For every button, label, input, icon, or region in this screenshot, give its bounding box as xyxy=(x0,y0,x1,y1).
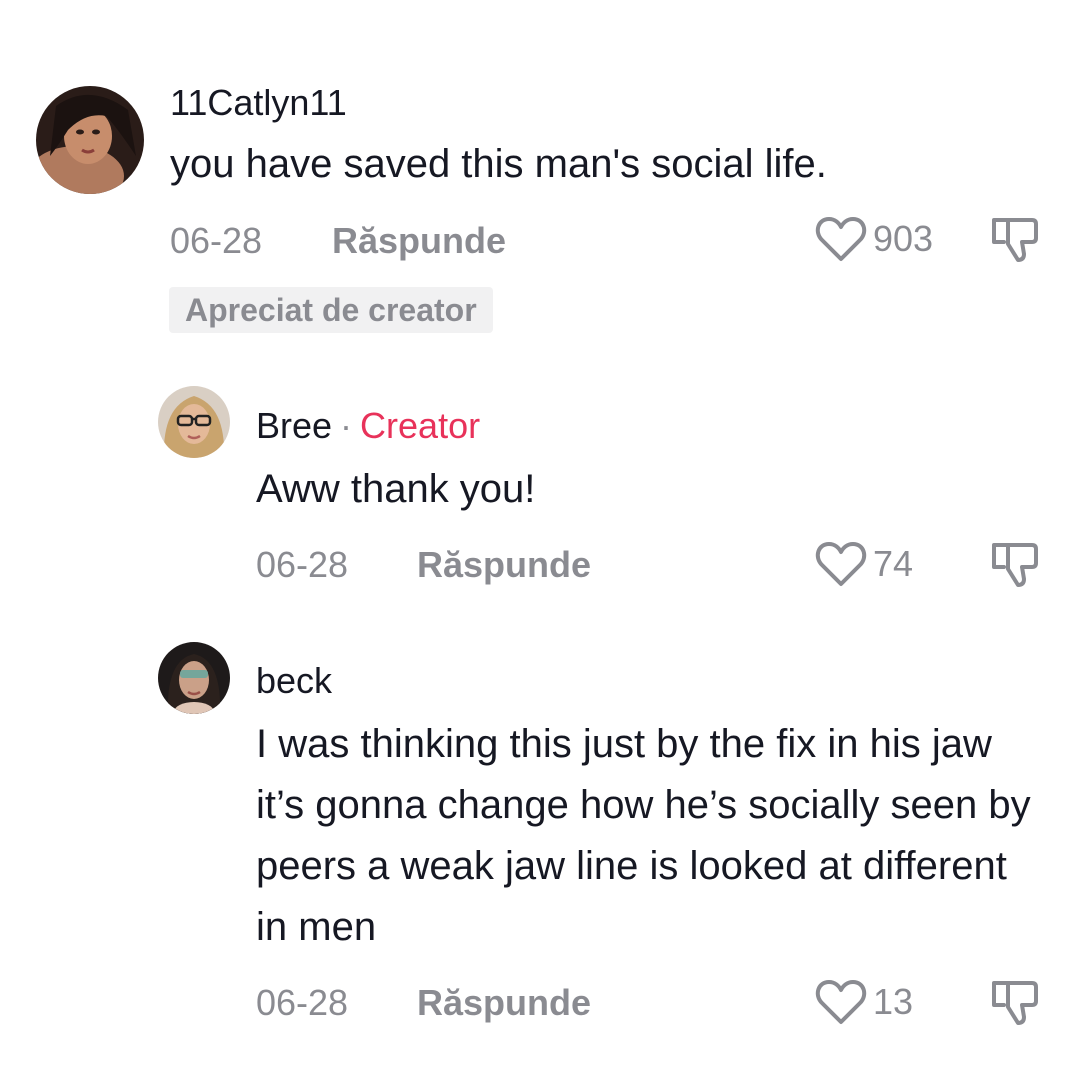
avatar-image xyxy=(158,642,230,714)
comment-date: 06-28 xyxy=(256,982,349,1023)
like-count: 903 xyxy=(873,218,934,259)
dislike-button[interactable] xyxy=(990,539,1040,589)
creator-label: Creator xyxy=(360,405,481,446)
comment-username[interactable]: 11Catlyn11 xyxy=(170,82,347,124)
username-text[interactable]: Bree xyxy=(256,405,332,446)
comment-text: you have saved this man's social life. xyxy=(170,142,827,186)
like-button[interactable]: 74 xyxy=(815,539,913,589)
like-count: 13 xyxy=(873,981,914,1022)
thumbs-down-outline-icon xyxy=(992,543,1038,587)
avatar[interactable] xyxy=(36,86,144,194)
reply-button[interactable]: Răspunde xyxy=(417,544,591,586)
like-button[interactable]: 13 xyxy=(815,977,913,1027)
thumbs-down-outline-icon xyxy=(992,981,1038,1025)
reply-button[interactable]: Răspunde xyxy=(332,220,506,262)
username-text[interactable]: beck xyxy=(256,660,332,701)
comment-username[interactable]: beck xyxy=(256,660,332,702)
avatar[interactable] xyxy=(158,386,230,458)
avatar[interactable] xyxy=(158,642,230,714)
like-count: 74 xyxy=(873,543,914,584)
like-button[interactable]: 903 xyxy=(815,214,933,264)
thumbs-down-outline-icon xyxy=(992,218,1038,262)
avatar-image xyxy=(158,386,230,458)
avatar-image xyxy=(36,86,144,194)
comment-date: 06-28 xyxy=(256,544,349,585)
comment-username[interactable]: Bree · Creator xyxy=(256,405,480,447)
comment-date: 06-28 xyxy=(170,220,263,261)
heart-outline-icon xyxy=(815,980,867,1024)
dislike-button[interactable] xyxy=(990,977,1040,1027)
heart-outline-icon xyxy=(815,542,867,586)
reply-button[interactable]: Răspunde xyxy=(417,982,591,1024)
comment-text: Aww thank you! xyxy=(256,467,536,511)
liked-by-creator-badge: Apreciat de creator xyxy=(169,287,493,333)
separator-dot: · xyxy=(340,405,353,446)
username-text[interactable]: 11Catlyn11 xyxy=(170,82,347,123)
dislike-button[interactable] xyxy=(990,214,1040,264)
comment-text: I was thinking this just by the fix in h… xyxy=(256,722,1031,949)
heart-outline-icon xyxy=(815,217,867,261)
